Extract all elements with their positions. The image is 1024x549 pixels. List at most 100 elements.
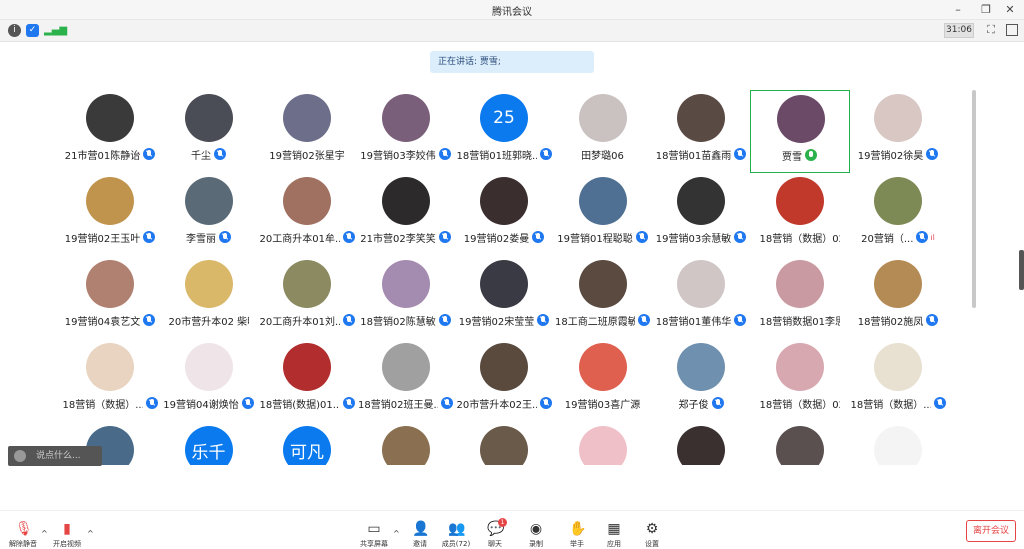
- participant-tile[interactable]: 19营销01程聪聪: [553, 173, 653, 256]
- minimize-icon[interactable]: –: [950, 2, 966, 18]
- avatar: [86, 94, 134, 142]
- apps-button[interactable]: ▦ 应用: [599, 521, 629, 549]
- members-button[interactable]: 👥 成员(72): [441, 521, 471, 549]
- participant-tile[interactable]: 20工商升本01牟...: [257, 173, 357, 256]
- chat-button[interactable]: 💬 聊天 1: [480, 518, 510, 549]
- participant-name: 李雪丽: [159, 230, 259, 245]
- side-panel-handle[interactable]: [1019, 250, 1024, 290]
- participant-tile[interactable]: 18营销01董伟华: [651, 256, 751, 339]
- participant-tile[interactable]: 贾雪: [749, 90, 850, 173]
- participant-tile[interactable]: 19营销02张星宇: [257, 90, 357, 173]
- participant-name-label: 18营销01苗鑫雨: [655, 150, 732, 162]
- participant-tile[interactable]: 19营销02徐昊: [848, 90, 948, 173]
- participant-tile[interactable]: 18营销（数据）...: [60, 339, 160, 422]
- participant-tile[interactable]: 18营销01苗鑫雨: [651, 90, 751, 173]
- participant-tile[interactable]: 18营销（数据）...: [848, 339, 948, 422]
- participant-tile[interactable]: 21市营02李笑笑: [356, 173, 456, 256]
- participant-tile[interactable]: 19营销04谢焕怡: [159, 339, 259, 422]
- audio-options-caret[interactable]: ^: [41, 529, 48, 538]
- fullscreen-icon[interactable]: ⛶: [984, 23, 998, 37]
- participant-tile[interactable]: 19营销03余慧敏: [651, 173, 751, 256]
- participant-name: 19营销04谢焕怡: [159, 396, 259, 411]
- participant-tile[interactable]: 李雪丽: [159, 173, 259, 256]
- mic-muted-icon: [143, 314, 156, 326]
- participant-name-label: 18工商二班原霞敏: [555, 316, 635, 328]
- share-options-caret[interactable]: ^: [393, 529, 400, 538]
- shield-icon[interactable]: ✓: [26, 24, 39, 37]
- participant-tile[interactable]: 乐千: [159, 422, 259, 465]
- participant-name-label: 20营销（...: [861, 233, 914, 245]
- participant-tile[interactable]: 18营销02班王曼...: [356, 339, 456, 422]
- signal-icon[interactable]: ▂▄▆: [44, 24, 67, 37]
- participant-name: 19营销02娄曼: [454, 230, 554, 245]
- participant-tile[interactable]: 20营销（... ıl: [848, 173, 948, 256]
- participant-tile[interactable]: [553, 422, 653, 465]
- participant-tile[interactable]: [750, 422, 850, 465]
- participant-name-label: 18营销（数据）02...: [759, 233, 840, 245]
- participant-tile[interactable]: 19营销02王玉叶: [60, 173, 160, 256]
- participant-tile[interactable]: 19营销03喜广源: [553, 339, 653, 422]
- participant-tile[interactable]: 18营销数据01李思媛: [750, 256, 850, 339]
- participant-name-label: 19营销01程聪聪: [557, 233, 633, 245]
- add-user-icon: 👤: [412, 521, 430, 537]
- start-video-button[interactable]: ▮ 开启视频: [52, 521, 82, 549]
- raise-hand-button[interactable]: ✋ 举手: [562, 521, 592, 549]
- participant-tile[interactable]: 25 18营销01班郭晓...: [454, 90, 554, 173]
- avatar: 25: [480, 94, 528, 142]
- mic-muted-icon: [926, 148, 939, 160]
- participant-tile[interactable]: 19营销02宋莹莹: [454, 256, 554, 339]
- mic-muted-icon: [342, 314, 355, 326]
- avatar: [86, 177, 134, 225]
- participant-tile[interactable]: 21市营01陈静诒: [60, 90, 160, 173]
- participant-tile[interactable]: 18工商二班原霞敏: [553, 256, 653, 339]
- record-button[interactable]: ◉ 录制: [521, 521, 551, 549]
- participant-tile[interactable]: 20市营升本02 柴明倩: [159, 256, 259, 339]
- participant-name-label: 18营销02陈慧敏: [360, 316, 436, 328]
- participant-tile[interactable]: [356, 422, 456, 465]
- participant-tile[interactable]: 18营销(数据)01...: [257, 339, 357, 422]
- settings-button[interactable]: ⚙ 设置: [637, 521, 667, 549]
- avatar: [578, 260, 627, 308]
- info-icon[interactable]: i: [8, 24, 21, 37]
- layout-icon[interactable]: [1006, 24, 1018, 36]
- participant-name: 19营销03余慧敏: [651, 230, 751, 245]
- participant-tile[interactable]: 可凡: [257, 422, 357, 465]
- leave-meeting-button[interactable]: 离开会议: [966, 520, 1016, 542]
- mic-active-icon: [805, 149, 817, 161]
- avatar: [184, 343, 233, 391]
- video-options-caret[interactable]: ^: [87, 529, 94, 538]
- grid-scrollbar[interactable]: [972, 90, 976, 308]
- participant-name-label: 18营销数据01李思媛: [759, 316, 840, 328]
- participant-tile[interactable]: [848, 422, 948, 465]
- participant-tile[interactable]: 18营销（数据）02...: [750, 173, 850, 256]
- avatar: [480, 260, 528, 308]
- participant-tile[interactable]: 18营销02陈慧敏: [356, 256, 456, 339]
- participant-tile[interactable]: [454, 422, 554, 465]
- restore-icon[interactable]: ❐: [978, 2, 994, 18]
- participant-tile[interactable]: 18营销02施凤: [848, 256, 948, 339]
- participant-tile[interactable]: 郑子俊: [651, 339, 751, 422]
- participant-tile[interactable]: 田梦璐06: [553, 90, 653, 173]
- avatar: [874, 177, 922, 225]
- participant-tile[interactable]: [651, 422, 751, 465]
- participant-tile[interactable]: 20市营升本02王...: [454, 339, 554, 422]
- participant-name: 18营销01班郭晓...: [454, 147, 554, 162]
- participant-name-label: 19营销02娄曼: [463, 233, 530, 245]
- close-icon[interactable]: ✕: [1002, 2, 1018, 18]
- participant-name-label: 19营销03李姣伟: [360, 150, 436, 162]
- avatar: [677, 260, 725, 308]
- participant-tile[interactable]: 19营销03李姣伟: [356, 90, 456, 173]
- mic-muted-icon: [734, 148, 747, 160]
- chat-quick-input[interactable]: 说点什么...: [8, 446, 102, 466]
- avatar: [874, 94, 922, 142]
- participant-tile[interactable]: 千尘: [159, 90, 259, 173]
- participant-tile[interactable]: 19营销02娄曼: [454, 173, 554, 256]
- share-screen-button[interactable]: ▭ 共享屏幕: [359, 521, 389, 549]
- participant-tile[interactable]: 19营销04袁艺文: [60, 256, 160, 339]
- participant-name: 18营销02陈慧敏: [356, 313, 456, 328]
- unmute-button[interactable]: 🎙 解除静音: [8, 521, 38, 549]
- participant-tile[interactable]: 18营销（数据）02...: [750, 339, 850, 422]
- participant-name: 20工商升本01牟...: [257, 230, 357, 245]
- participant-tile[interactable]: 20工商升本01刘...: [257, 256, 357, 339]
- invite-button[interactable]: 👤 邀请: [405, 521, 435, 549]
